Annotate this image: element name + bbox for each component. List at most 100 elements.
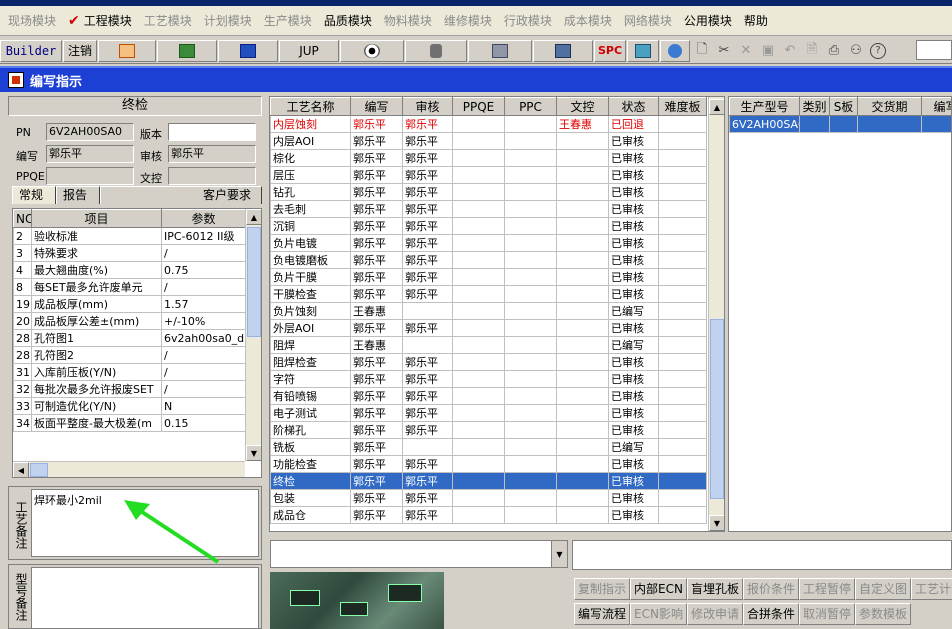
process-cell[interactable] [556,489,609,507]
menu-item-6[interactable]: 物料模块 [378,10,438,32]
menu-item-1[interactable]: ✔ 工程模块 [62,10,138,32]
process-cell[interactable] [504,506,557,524]
process-cell[interactable] [658,336,707,354]
process-col-header[interactable]: 编写 [350,97,403,116]
process-cell[interactable] [504,404,557,422]
process-cell[interactable] [556,336,609,354]
process-cell[interactable]: 郭乐平 [402,183,453,201]
cut-icon[interactable]: ✂ [713,40,735,62]
process-cell[interactable] [452,489,505,507]
model-col-header[interactable]: 类别 [799,97,830,116]
scroll-left-icon[interactable]: ◀ [13,462,29,477]
process-cell[interactable] [504,370,557,388]
process-cell[interactable]: 已编写 [608,438,659,456]
process-cell[interactable]: 负片干膜 [270,268,351,286]
param-row[interactable]: 2 验收标准 IPC-6012 II级 [13,227,246,245]
action-button-row1-1[interactable]: 内部ECN [630,578,687,600]
process-cell[interactable] [658,200,707,218]
process-cell[interactable] [504,200,557,218]
process-row[interactable]: 功能检查 郭乐平 郭乐平 已审核 [270,455,707,473]
process-cell[interactable] [556,149,609,167]
undo-icon[interactable]: ↶ [779,40,801,62]
process-cell[interactable]: 已审核 [608,489,659,507]
process-cell[interactable] [658,506,707,524]
process-cell[interactable] [504,472,557,490]
param-cell[interactable]: 19 [13,295,32,313]
process-cell[interactable]: 去毛刺 [270,200,351,218]
param-cell[interactable]: 每批次最多允许报废SET [31,380,162,398]
excel-button[interactable] [157,39,217,62]
process-cell[interactable]: 王春惠 [350,302,403,320]
process-cell[interactable] [402,438,453,456]
process-cell[interactable] [452,455,505,473]
process-vscrollbar[interactable]: ▲ ▼ [708,97,724,531]
param-row[interactable]: 31 入库前压板(Y/N) / [13,363,246,381]
process-cell[interactable]: 郭乐平 [350,370,403,388]
param-cell[interactable]: 31 [13,363,32,381]
process-cell[interactable] [504,183,557,201]
process-row[interactable]: 负片电镀 郭乐平 郭乐平 已审核 [270,234,707,252]
param-cell[interactable]: 20 [13,312,32,330]
process-cell[interactable] [504,268,557,286]
menu-item-3[interactable]: 计划模块 [198,10,258,32]
word-button[interactable] [218,39,278,62]
scroll-down-icon[interactable]: ▼ [246,445,261,461]
param-cell[interactable]: 0.15 [161,414,246,432]
process-cell[interactable]: 郭乐平 [350,149,403,167]
process-row[interactable]: 包装 郭乐平 郭乐平 已审核 [270,489,707,507]
process-cell[interactable] [452,370,505,388]
process-cell[interactable]: 已审核 [608,387,659,405]
process-cell[interactable] [504,387,557,405]
process-cell[interactable] [452,404,505,422]
process-cell[interactable]: 已审核 [608,472,659,490]
process-cell[interactable] [452,149,505,167]
process-cell[interactable] [452,336,505,354]
process-cell[interactable]: 郭乐平 [350,251,403,269]
param-hscrollbar[interactable]: ◀ [13,461,245,477]
process-cell[interactable] [504,353,557,371]
process-cell[interactable]: 郭乐平 [402,489,453,507]
param-cell[interactable]: 最大翘曲度(%) [31,261,162,279]
process-cell[interactable]: 阶梯孔 [270,421,351,439]
process-row[interactable]: 内层AOI 郭乐平 郭乐平 已审核 [270,132,707,150]
process-cell[interactable] [452,115,505,133]
process-row[interactable]: 负电镀磨板 郭乐平 郭乐平 已审核 [270,251,707,269]
hscroll-thumb[interactable] [30,463,48,477]
action-button-row1-4[interactable]: 工程暂停 [799,578,856,600]
param-cell[interactable]: 6v2ah00sa0_dr [161,329,246,347]
process-cell[interactable] [504,489,557,507]
process-cell[interactable]: 终检 [270,472,351,490]
process-cell[interactable] [658,489,707,507]
action-button-row1-3[interactable]: 报价条件 [742,578,799,600]
process-cell[interactable] [452,132,505,150]
process-cell[interactable]: 钻孔 [270,183,351,201]
param-row[interactable]: 3 特殊要求 / [13,244,246,262]
process-cell[interactable]: 郭乐平 [402,404,453,422]
process-cell[interactable] [556,455,609,473]
process-cell[interactable] [504,234,557,252]
process-cell[interactable] [556,251,609,269]
process-cell[interactable]: 包装 [270,489,351,507]
print-icon[interactable]: ⎙ [823,40,845,62]
process-cell[interactable]: 郭乐平 [350,115,403,133]
param-cell[interactable]: 3 [13,244,32,262]
process-cell[interactable]: 内层AOI [270,132,351,150]
process-cell[interactable]: 负片蚀刻 [270,302,351,320]
model-cell[interactable]: 6V2AH00SA0 [729,115,800,133]
menu-item-7[interactable]: 维修模块 [438,10,498,32]
process-cell[interactable] [658,421,707,439]
param-cell[interactable]: 34 [13,414,32,432]
process-cell[interactable]: 郭乐平 [350,268,403,286]
process-col-header[interactable]: PPC [504,97,557,116]
process-row[interactable]: 钻孔 郭乐平 郭乐平 已审核 [270,183,707,201]
process-col-header[interactable]: 状态 [608,97,659,116]
param-row[interactable]: 33 可制造优化(Y/N) N [13,397,246,415]
model-cell[interactable] [829,115,858,133]
scroll-thumb[interactable] [247,227,261,337]
process-cell[interactable]: 层压 [270,166,351,184]
process-cell[interactable]: 已审核 [608,404,659,422]
param-cell[interactable]: / [161,278,246,296]
process-cell[interactable] [452,506,505,524]
process-row[interactable]: 阻焊检查 郭乐平 郭乐平 已审核 [270,353,707,371]
process-cell[interactable] [504,251,557,269]
